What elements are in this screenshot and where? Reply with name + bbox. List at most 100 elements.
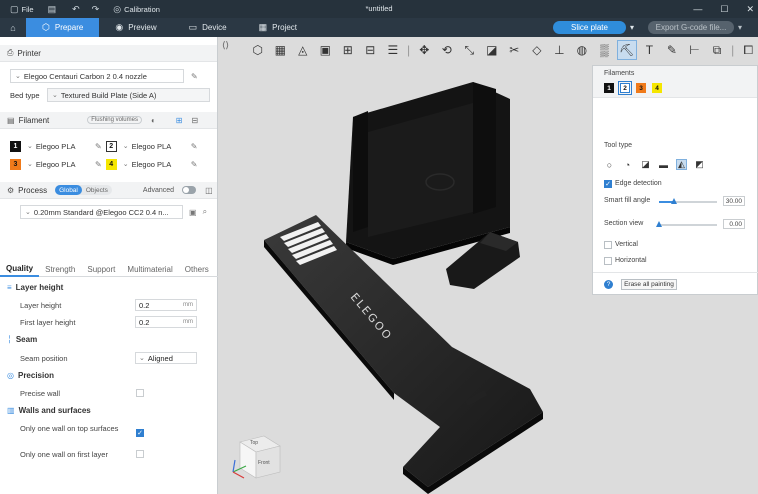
- objects-option[interactable]: Objects: [82, 187, 112, 194]
- navigation-cube[interactable]: Top Front: [230, 432, 284, 482]
- one-wall-top-label: Only one wall on top surfaces: [20, 424, 119, 433]
- precision-group-title: ◎ Precision: [7, 371, 54, 380]
- app-logo-icon: ▢: [10, 3, 19, 14]
- save-preset-icon[interactable]: ▣: [189, 208, 197, 217]
- tab-preview[interactable]: ◉ Preview: [99, 18, 172, 37]
- bed-type-select[interactable]: ⌄ Textured Build Plate (Side A): [47, 88, 210, 102]
- precision-icon: ◎: [7, 371, 14, 380]
- redo-icon[interactable]: ↷: [92, 4, 100, 14]
- height-range-icon[interactable]: ▬: [658, 159, 669, 170]
- edit-filament-3-icon[interactable]: ✎: [95, 160, 102, 169]
- remove-filament-icon[interactable]: ⊟: [191, 116, 198, 125]
- cube-icon: ⬡: [42, 22, 50, 32]
- circle-brush-icon[interactable]: ○: [604, 159, 615, 170]
- layer-height-input[interactable]: 0.2 mm: [135, 299, 197, 311]
- erase-all-painting-button[interactable]: Erase all painting: [621, 279, 677, 290]
- global-option[interactable]: Global: [55, 185, 82, 195]
- edit-printer-icon[interactable]: ✎: [191, 72, 198, 81]
- slider-knob[interactable]: [656, 221, 662, 227]
- filament-slot-3-swatch[interactable]: 3: [10, 158, 21, 170]
- filament-slot-2-select[interactable]: ⌄ Elegoo PLA: [118, 139, 189, 153]
- first-layer-height-label: First layer height: [20, 318, 76, 327]
- precise-wall-label: Precise wall: [20, 389, 61, 398]
- add-filament-icon[interactable]: ⊞: [176, 116, 183, 125]
- tab-support[interactable]: Support: [81, 263, 121, 277]
- filament-slot-3-select[interactable]: ⌄ Elegoo PLA: [23, 157, 93, 171]
- horizontal-checkbox[interactable]: [604, 257, 612, 265]
- calibration-menu[interactable]: ◎ Calibration: [113, 3, 160, 14]
- advanced-toggle[interactable]: [182, 186, 197, 194]
- slice-dropdown-icon[interactable]: ▾: [630, 23, 634, 32]
- filament-slot-4-select[interactable]: ⌄ Elegoo PLA: [118, 157, 189, 171]
- help-icon[interactable]: ?: [604, 280, 613, 289]
- process-preset-select[interactable]: ⌄ 0.20mm Standard @Elegoo CC2 0.4 n...: [20, 205, 183, 219]
- slider-knob[interactable]: [670, 198, 677, 204]
- vertical-checkbox[interactable]: [604, 241, 612, 249]
- fill-tool-icon[interactable]: ◭: [676, 159, 687, 170]
- app-menu[interactable]: ▢ File: [10, 3, 34, 14]
- section-view-slider[interactable]: [656, 221, 717, 227]
- minimize-icon[interactable]: —: [693, 4, 702, 14]
- section-view-input[interactable]: 0.00: [723, 219, 745, 229]
- tab-multimaterial[interactable]: Multimaterial: [121, 263, 178, 277]
- process-icon: ⚙: [7, 185, 15, 195]
- advanced-label: Advanced: [142, 186, 175, 194]
- precise-wall-checkbox[interactable]: [136, 389, 144, 397]
- smart-fill-angle-slider[interactable]: [659, 198, 717, 204]
- tab-strength[interactable]: Strength: [39, 263, 81, 277]
- layer-height-group-title: ≡ Layer height: [7, 283, 64, 292]
- gap-fill-icon[interactable]: ◩: [694, 159, 705, 170]
- seam-position-label: Seam position: [20, 354, 68, 363]
- paint-filament-2[interactable]: 2: [618, 81, 632, 95]
- tab-others[interactable]: Others: [179, 263, 215, 277]
- printer-section-header[interactable]: ⎙ Printer: [0, 45, 217, 62]
- sync-icon[interactable]: ◐: [151, 116, 156, 125]
- calibration-icon: ◎: [113, 3, 122, 14]
- triangle-brush-icon[interactable]: ◪: [640, 159, 651, 170]
- compare-icon[interactable]: ◫: [205, 186, 213, 195]
- export-dropdown-icon[interactable]: ▾: [738, 23, 742, 32]
- seam-position-select[interactable]: ⌄ Aligned: [135, 352, 197, 364]
- slice-plate-button[interactable]: Slice plate: [553, 21, 626, 34]
- filament-slot-4-swatch[interactable]: 4: [105, 158, 117, 170]
- edit-filament-2-icon[interactable]: ✎: [191, 142, 198, 151]
- filament-section-header[interactable]: ▤ Filament Flushing volumes ◐ ⊞ ⊟: [0, 112, 217, 129]
- process-tabs: Quality Strength Support Multimaterial O…: [0, 263, 218, 277]
- filament-slot-1-swatch[interactable]: 1: [10, 140, 21, 152]
- filament-slot-1-select[interactable]: ⌄ Elegoo PLA: [23, 139, 93, 153]
- global-objects-switch[interactable]: Global Objects: [55, 185, 112, 195]
- first-layer-height-input[interactable]: 0.2 mm: [135, 316, 197, 328]
- flushing-volumes-button[interactable]: Flushing volumes: [87, 116, 142, 124]
- search-icon[interactable]: ⌕: [203, 207, 207, 217]
- printer-select[interactable]: ⌄ Elegoo Centauri Carbon 2 0.4 nozzle: [10, 69, 184, 83]
- tab-quality[interactable]: Quality: [0, 263, 40, 277]
- chevron-down-icon: ⌄: [27, 161, 33, 168]
- 3d-viewport[interactable]: ⟨⟩ ⬡ ▦ ◬ ▣ ⊞ ⊟ ☰ | ✥ ⟲ ⤡ ◪ ✂ ◇ ⊥ ◍ ▒ ⛏ T…: [218, 37, 758, 494]
- edit-filament-4-icon[interactable]: ✎: [191, 160, 198, 169]
- file-menu[interactable]: File: [22, 5, 34, 14]
- paint-filament-4[interactable]: 4: [652, 83, 662, 93]
- save-icon[interactable]: ▤: [48, 4, 57, 14]
- one-wall-first-layer-checkbox[interactable]: [136, 450, 144, 458]
- maximize-icon[interactable]: ☐: [720, 4, 728, 15]
- close-icon[interactable]: ✕: [746, 4, 754, 15]
- tab-project[interactable]: ▦ Project: [243, 18, 313, 37]
- smart-fill-angle-input[interactable]: 30.00: [723, 196, 745, 206]
- export-gcode-button[interactable]: Export G-code file...: [648, 21, 734, 34]
- tab-device[interactable]: ▭ Device: [173, 18, 243, 37]
- home-icon[interactable]: ⌂: [0, 18, 26, 37]
- paint-filament-3[interactable]: 3: [636, 83, 646, 93]
- smart-fill-angle-label: Smart fill angle: [604, 197, 651, 204]
- edit-filament-1-icon[interactable]: ✎: [95, 142, 102, 151]
- sphere-brush-icon[interactable]: ◔: [622, 159, 633, 170]
- one-wall-top-checkbox[interactable]: ✓: [136, 429, 144, 437]
- undo-icon[interactable]: ↶: [72, 4, 80, 14]
- edge-detection-checkbox[interactable]: ✓: [604, 180, 612, 188]
- panel-divider: [593, 272, 758, 273]
- edge-detection-label: Edge detection: [615, 180, 662, 187]
- tab-prepare[interactable]: ⬡ Prepare: [26, 18, 100, 37]
- paint-filament-1[interactable]: 1: [604, 83, 614, 93]
- filament-slot-2-swatch[interactable]: 2: [105, 140, 117, 152]
- chevron-down-icon: ⌄: [139, 355, 145, 362]
- chevron-down-icon: ⌄: [15, 73, 21, 80]
